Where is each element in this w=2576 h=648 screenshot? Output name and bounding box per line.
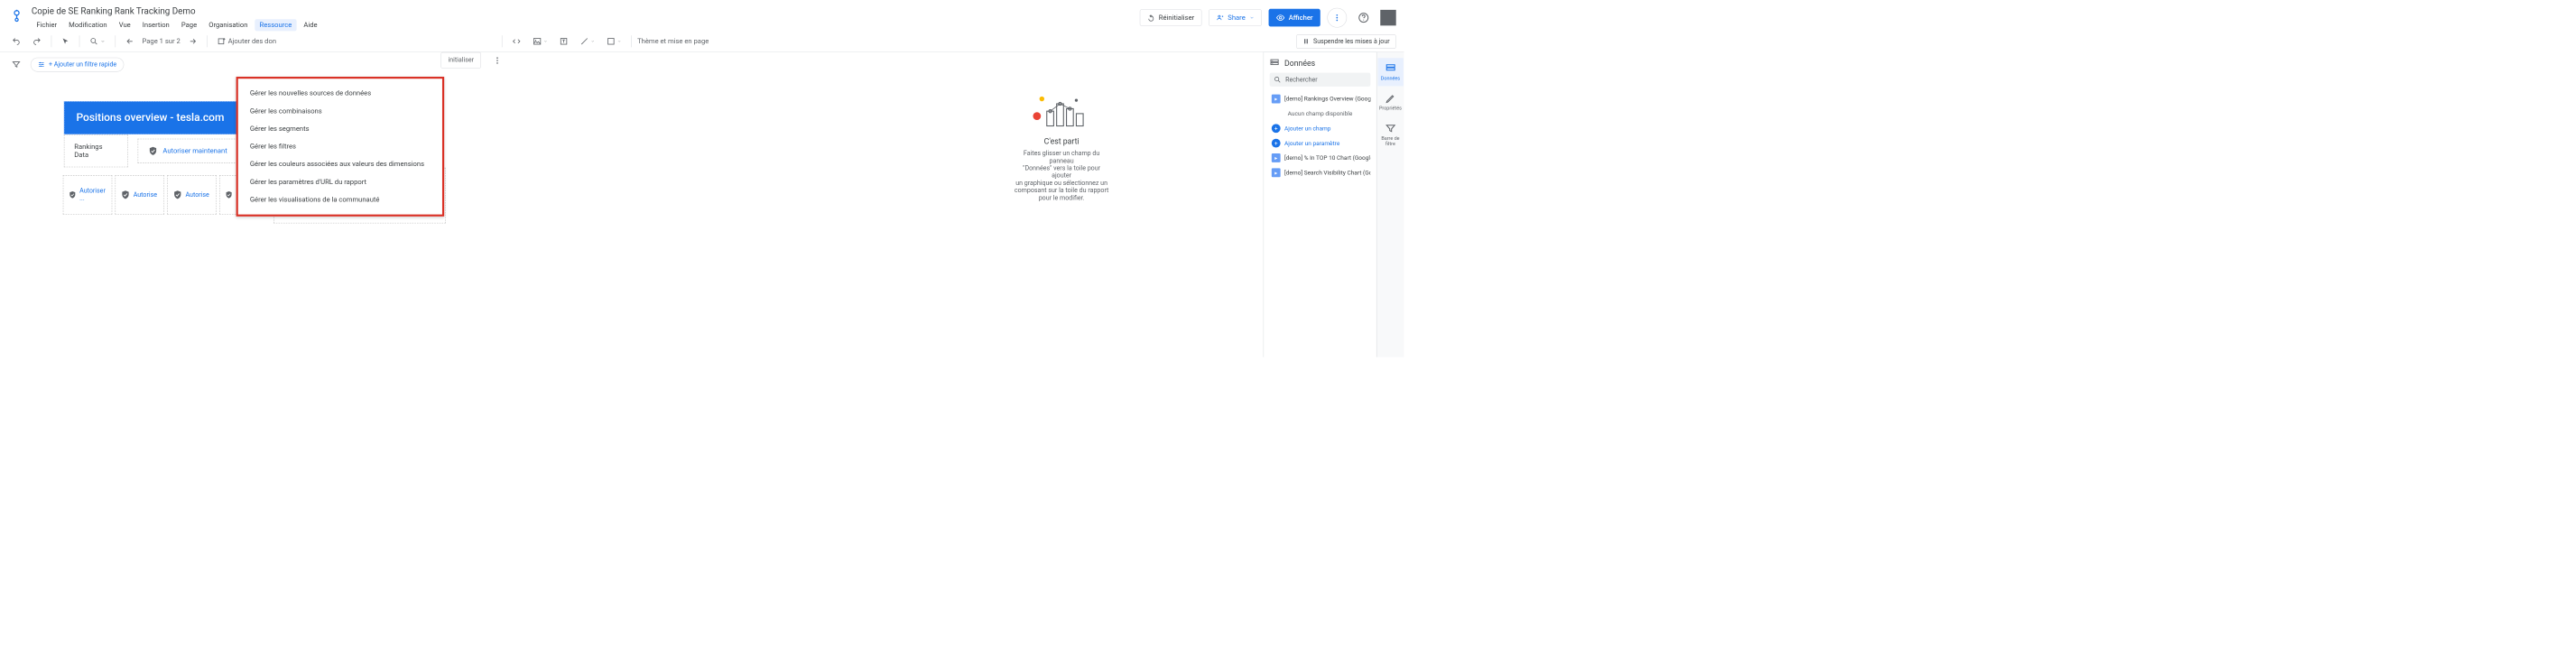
- display-button[interactable]: Afficher: [1268, 9, 1320, 27]
- data-source-icon: [1270, 58, 1280, 68]
- redo-button[interactable]: [29, 34, 46, 49]
- document-title[interactable]: Copie de SE Ranking Rank Tracking Demo: [32, 4, 1134, 18]
- arrow-left-icon: [125, 37, 134, 46]
- authorize-link[interactable]: Autoriser maintenant: [162, 147, 227, 155]
- line-icon: [579, 37, 588, 46]
- menu-page[interactable]: Page: [176, 19, 201, 31]
- menu-colors[interactable]: Gérer les couleurs associées aux valeurs…: [238, 155, 442, 173]
- canvas-more-button[interactable]: [489, 52, 506, 69]
- tune-icon: [38, 61, 45, 69]
- zoom-icon: [89, 37, 98, 46]
- rail-filter-bar[interactable]: Barre de filtre: [1377, 118, 1403, 152]
- pencil-icon: [1385, 93, 1395, 104]
- text-tool[interactable]: [555, 34, 572, 49]
- reset-button[interactable]: Réinitialiser: [1140, 9, 1202, 26]
- embed-tool[interactable]: [508, 34, 525, 49]
- data-panel: Données Rechercher ▸[demo] Rankings Over…: [1264, 52, 1376, 357]
- add-field-button[interactable]: +Ajouter un champ: [1270, 121, 1371, 135]
- line-tool[interactable]: [576, 34, 598, 49]
- data-panel-title: Données: [1270, 58, 1371, 68]
- filter-icon-button[interactable]: [8, 57, 25, 71]
- menu-combinations[interactable]: Gérer les combinaisons: [238, 102, 442, 120]
- data-icon: [1385, 63, 1395, 74]
- code-icon: [512, 37, 521, 46]
- more-vert-icon: [1332, 14, 1341, 23]
- menu-help[interactable]: Aide: [299, 19, 322, 31]
- person-add-icon: [1216, 14, 1224, 22]
- page-indicator: Page 1 sur 2: [143, 37, 181, 45]
- undo-button[interactable]: [8, 34, 25, 49]
- help-icon: [1358, 13, 1369, 23]
- more-vert-icon: [493, 56, 502, 65]
- theme-layout-button[interactable]: Thème et mise en page: [637, 37, 709, 45]
- app-logo[interactable]: [8, 7, 26, 25]
- prev-page-button[interactable]: [122, 34, 139, 49]
- redo-icon: [32, 37, 42, 46]
- chart-illustration: [1013, 87, 1111, 131]
- no-field-label: Aucun champ disponible: [1270, 106, 1371, 121]
- menu-resource[interactable]: Ressource: [255, 19, 297, 31]
- menu-organize[interactable]: Organisation: [204, 19, 253, 31]
- chevron-down-icon: [1249, 15, 1254, 20]
- menu-filters[interactable]: Gérer les filtres: [238, 138, 442, 156]
- pause-icon: [1302, 38, 1310, 45]
- shield-icon: [121, 190, 131, 199]
- rail-data[interactable]: Données: [1377, 58, 1403, 86]
- more-options-button[interactable]: [1327, 8, 1347, 28]
- right-rail: Données Propriétés Barre de filtre: [1376, 52, 1404, 357]
- undo-icon: [1147, 14, 1155, 22]
- resource-dropdown: Gérer les nouvelles sources de données G…: [236, 77, 445, 217]
- shield-icon: [172, 190, 182, 199]
- menu-insert[interactable]: Insertion: [137, 19, 174, 31]
- add-param-button[interactable]: +Ajouter un paramètre: [1270, 135, 1371, 150]
- eye-icon: [1276, 14, 1285, 23]
- get-started-panel: C'est parti Faites glisser un champ du p…: [1003, 77, 1121, 211]
- shield-icon: [148, 146, 158, 156]
- filter-icon: [1385, 123, 1395, 134]
- menu-file[interactable]: Fichier: [32, 19, 62, 31]
- shield-icon: [69, 190, 77, 199]
- rail-properties[interactable]: Propriétés: [1377, 88, 1403, 116]
- add-data-button[interactable]: Ajouter des don: [213, 34, 280, 49]
- guide-title: C'est parti: [1013, 137, 1111, 146]
- select-tool[interactable]: [58, 34, 73, 48]
- filter-icon: [12, 60, 21, 69]
- user-avatar[interactable]: [1380, 10, 1395, 25]
- next-page-button[interactable]: [184, 34, 201, 49]
- initialize-chip[interactable]: initialiser: [440, 52, 481, 69]
- auth-card-2[interactable]: Autorise: [116, 175, 164, 215]
- menu-segments[interactable]: Gérer les segments: [238, 120, 442, 138]
- help-button[interactable]: [1354, 8, 1374, 28]
- add-data-icon: [218, 37, 227, 46]
- shape-tool[interactable]: [602, 34, 625, 49]
- menu-new-sources[interactable]: Gérer les nouvelles sources de données: [238, 85, 442, 103]
- square-icon: [607, 37, 616, 46]
- data-source-top10[interactable]: ▸[demo] % In TOP 10 Chart (Google ...: [1270, 151, 1371, 165]
- data-source-rankings[interactable]: ▸[demo] Rankings Overview (Google ...: [1270, 91, 1371, 106]
- cursor-icon: [61, 37, 69, 45]
- shield-icon: [225, 190, 233, 199]
- add-quick-filter-button[interactable]: + Ajouter un filtre rapide: [31, 57, 125, 71]
- menu-community-viz[interactable]: Gérer les visualisations de la communaut…: [238, 190, 442, 208]
- image-tool[interactable]: [529, 34, 551, 49]
- menu-edit[interactable]: Modification: [64, 19, 112, 31]
- pause-updates-button[interactable]: Suspendre les mises à jour: [1296, 34, 1396, 49]
- search-icon: [1274, 76, 1282, 84]
- undo-icon: [12, 37, 21, 46]
- text-icon: [559, 37, 568, 46]
- data-source-visibility[interactable]: ▸[demo] Search Visibility Chart (Goo...: [1270, 165, 1371, 180]
- menu-url-params[interactable]: Gérer les paramètres d'URL du rapport: [238, 173, 442, 191]
- rankings-data-label[interactable]: Rankings Data: [64, 134, 128, 167]
- authorize-box[interactable]: Autoriser maintenant: [138, 139, 238, 163]
- auth-card-3[interactable]: Autorise: [167, 175, 217, 215]
- auth-card-1[interactable]: Autoriser ...: [63, 175, 113, 215]
- image-icon: [533, 37, 542, 46]
- arrow-right-icon: [188, 37, 197, 46]
- zoom-tool[interactable]: [86, 34, 109, 49]
- chevron-down-icon: [100, 39, 105, 43]
- data-search-input[interactable]: Rechercher: [1270, 73, 1371, 87]
- menu-view[interactable]: Vue: [114, 19, 135, 31]
- share-button[interactable]: Share: [1209, 9, 1262, 26]
